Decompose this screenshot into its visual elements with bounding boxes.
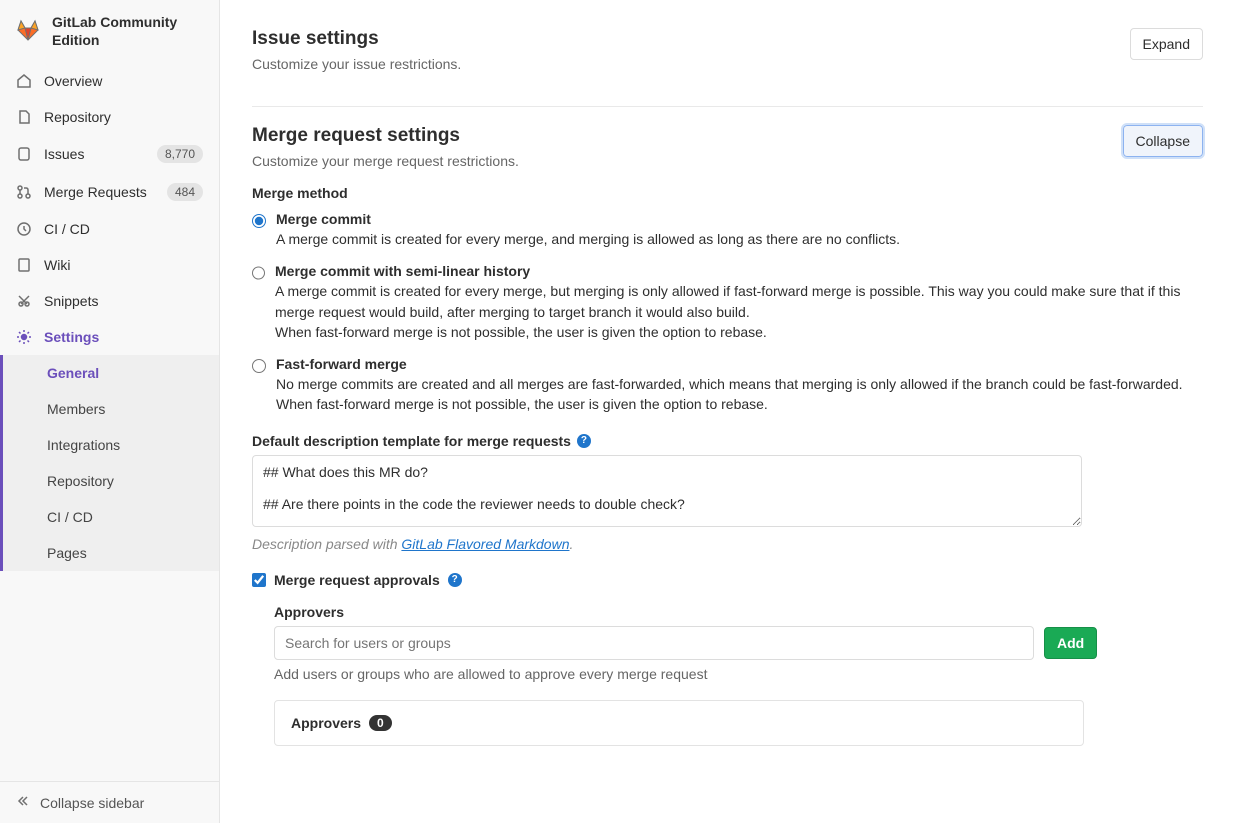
nav-label: Repository [44, 109, 203, 125]
approvals-label: Merge request approvals [274, 572, 440, 588]
nav-label: Issues [44, 146, 145, 162]
nav-label: Merge Requests [44, 184, 155, 200]
radio-desc: A merge commit is created for every merg… [276, 229, 900, 249]
merge-method-option[interactable]: Merge commit A merge commit is created f… [252, 211, 1203, 249]
sidebar-item-overview[interactable]: Overview [0, 63, 219, 99]
chevron-left-double-icon [16, 794, 30, 811]
sidebar-item-wiki[interactable]: Wiki [0, 247, 219, 283]
template-label-row: Default description template for merge r… [252, 433, 1203, 449]
sidebar-header: GitLab Community Edition [0, 0, 219, 63]
subnav-pages[interactable]: Pages [3, 535, 219, 571]
sidebar: GitLab Community Edition Overview Reposi… [0, 0, 220, 823]
merge-request-icon [16, 184, 32, 200]
approvers-block: Approvers Add Add users or groups who ar… [274, 604, 1203, 746]
file-icon [16, 109, 32, 125]
sidebar-nav: Overview Repository Issues 8,770 Merge R… [0, 63, 219, 781]
template-label: Default description template for merge r… [252, 433, 571, 449]
issue-settings-title: Issue settings [252, 28, 461, 50]
help-icon[interactable]: ? [577, 434, 591, 448]
section-divider [252, 106, 1203, 107]
approvers-list-box: Approvers 0 [274, 700, 1084, 746]
gitlab-logo-icon [16, 18, 40, 45]
issue-settings-desc: Customize your issue restrictions. [252, 56, 461, 72]
nav-label: Overview [44, 73, 203, 89]
sidebar-item-settings[interactable]: Settings [0, 319, 219, 355]
scissors-icon [16, 293, 32, 309]
merge-method-option[interactable]: Fast-forward merge No merge commits are … [252, 356, 1203, 415]
merge-method-label: Merge method [252, 185, 1203, 201]
radio-merge-commit[interactable] [252, 214, 266, 228]
issues-count-badge: 8,770 [157, 145, 203, 163]
help-icon[interactable]: ? [448, 573, 462, 587]
approvals-check-row: Merge request approvals ? [252, 572, 1203, 588]
collapse-sidebar-label: Collapse sidebar [40, 795, 144, 811]
subnav-general[interactable]: General [3, 355, 219, 391]
template-hint: Description parsed with GitLab Flavored … [252, 536, 1203, 552]
approvers-hint: Add users or groups who are allowed to a… [274, 666, 1203, 682]
approvers-search-input[interactable] [274, 626, 1034, 660]
collapse-sidebar-button[interactable]: Collapse sidebar [0, 781, 219, 823]
nav-label: Snippets [44, 293, 203, 309]
project-title: GitLab Community Edition [52, 14, 203, 49]
home-icon [16, 73, 32, 89]
radio-fast-forward[interactable] [252, 359, 266, 373]
approvers-count: 0 [369, 715, 392, 731]
sidebar-item-merge-requests[interactable]: Merge Requests 484 [0, 173, 219, 211]
expand-issue-button[interactable]: Expand [1130, 28, 1203, 60]
sidebar-item-repository[interactable]: Repository [0, 99, 219, 135]
radio-label: Merge commit [276, 211, 900, 227]
radio-label: Merge commit with semi-linear history [275, 263, 1203, 279]
subnav-repository[interactable]: Repository [3, 463, 219, 499]
merge-request-settings-section: Merge request settings Customize your me… [252, 125, 1203, 764]
cicd-icon [16, 221, 32, 237]
book-icon [16, 257, 32, 273]
merge-method-option[interactable]: Merge commit with semi-linear history A … [252, 263, 1203, 342]
nav-label: Settings [44, 329, 203, 345]
main-content: Issue settings Customize your issue rest… [220, 0, 1235, 823]
nav-label: CI / CD [44, 221, 203, 237]
collapse-mr-button[interactable]: Collapse [1123, 125, 1203, 157]
gear-icon [16, 329, 32, 345]
nav-label: Wiki [44, 257, 203, 273]
mr-approvals-checkbox[interactable] [252, 573, 266, 587]
mr-count-badge: 484 [167, 183, 203, 201]
add-approver-button[interactable]: Add [1044, 627, 1097, 659]
issue-settings-section: Issue settings Customize your issue rest… [252, 28, 1203, 90]
sidebar-item-issues[interactable]: Issues 8,770 [0, 135, 219, 173]
sidebar-item-snippets[interactable]: Snippets [0, 283, 219, 319]
sidebar-item-cicd[interactable]: CI / CD [0, 211, 219, 247]
radio-semi-linear[interactable] [252, 266, 265, 280]
radio-desc: A merge commit is created for every merg… [275, 281, 1203, 342]
mr-settings-desc: Customize your merge request restriction… [252, 153, 519, 169]
mr-settings-title: Merge request settings [252, 125, 519, 147]
radio-label: Fast-forward merge [276, 356, 1183, 372]
subnav-integrations[interactable]: Integrations [3, 427, 219, 463]
approvers-label: Approvers [274, 604, 1203, 620]
gfm-link[interactable]: GitLab Flavored Markdown [401, 536, 569, 552]
issues-icon [16, 146, 32, 162]
radio-desc: No merge commits are created and all mer… [276, 374, 1183, 415]
approvers-box-label: Approvers [291, 715, 361, 731]
subnav-cicd[interactable]: CI / CD [3, 499, 219, 535]
settings-subnav: General Members Integrations Repository … [0, 355, 219, 571]
subnav-members[interactable]: Members [3, 391, 219, 427]
mr-template-textarea[interactable] [252, 455, 1082, 527]
